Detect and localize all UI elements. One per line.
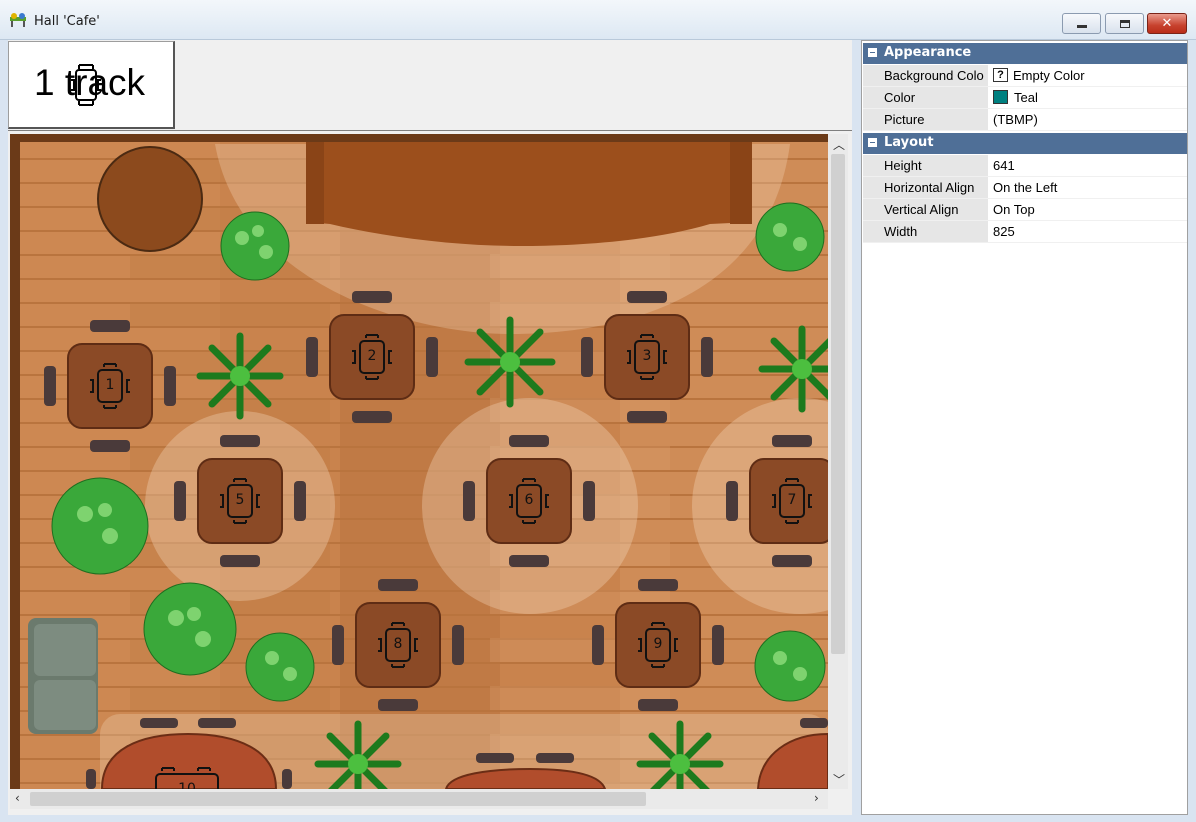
vertical-scroll-thumb[interactable] [831,154,845,654]
hall-canvas[interactable]: 1 2 3 5 6 7 8 9 10 [10,134,828,789]
property-row-vertical-align[interactable]: Vertical Align On Top [863,199,1187,221]
collapse-icon[interactable] [868,138,877,147]
property-row-height[interactable]: Height 641 [863,155,1187,177]
property-row-horizontal-align[interactable]: Horizontal Align On the Left [863,177,1187,199]
window-title: Hall 'Cafe' [34,14,100,29]
track-button[interactable]: 1 track [8,41,175,129]
minimize-button[interactable] [1062,13,1101,34]
table-label-6: 6 [499,473,559,529]
scroll-up-icon[interactable]: ︿ [833,136,845,153]
teal-color-swatch [993,90,1008,105]
table-label-7: 7 [762,473,822,529]
close-icon: ✕ [1161,16,1173,31]
category-layout[interactable]: Layout [863,133,1187,154]
scroll-left-icon[interactable]: ‹ [15,791,20,805]
maximize-button[interactable] [1105,13,1144,34]
property-row-picture[interactable]: Picture (TBMP) [863,109,1187,131]
empty-color-swatch: ? [993,68,1008,83]
property-row-color[interactable]: Color Teal [863,87,1187,109]
horizontal-scrollbar[interactable]: ‹ › [10,789,828,809]
table-label-9: 9 [628,617,688,673]
minimize-icon [1076,25,1087,28]
maximize-icon [1119,19,1130,28]
title-bar: Hall 'Cafe' ✕ [0,0,1196,40]
property-row-background-color[interactable]: Background Colo ? Empty Color [863,65,1187,87]
property-inspector: Appearance Background Colo ? Empty Color … [861,40,1188,815]
collapse-icon[interactable] [868,48,877,57]
table-label-5: 5 [210,473,270,529]
floor-plan [10,134,828,789]
app-icon [10,13,26,27]
table-label-1: 1 [80,358,140,414]
scroll-right-icon[interactable]: › [814,791,819,805]
scroll-down-icon[interactable]: ﹀ [833,771,845,788]
toolbar: 1 track [8,40,852,130]
close-button[interactable]: ✕ [1147,13,1187,34]
vertical-scrollbar[interactable]: ︿ ﹀ [828,134,848,789]
property-row-width[interactable]: Width 825 [863,221,1187,243]
scroll-corner [828,789,848,809]
table-label-8: 8 [368,617,428,673]
table-label-2: 2 [342,329,402,385]
horizontal-scroll-thumb[interactable] [30,792,646,806]
category-appearance[interactable]: Appearance [863,43,1187,64]
track-cursor-icon [71,64,101,106]
hall-panel: 1 track 1 2 3 5 6 7 8 9 10 ︿ ﹀ ‹ › [8,40,852,815]
table-label-3: 3 [617,329,677,385]
toolbar-divider [8,130,852,131]
table-label-10: 10 [150,766,224,789]
